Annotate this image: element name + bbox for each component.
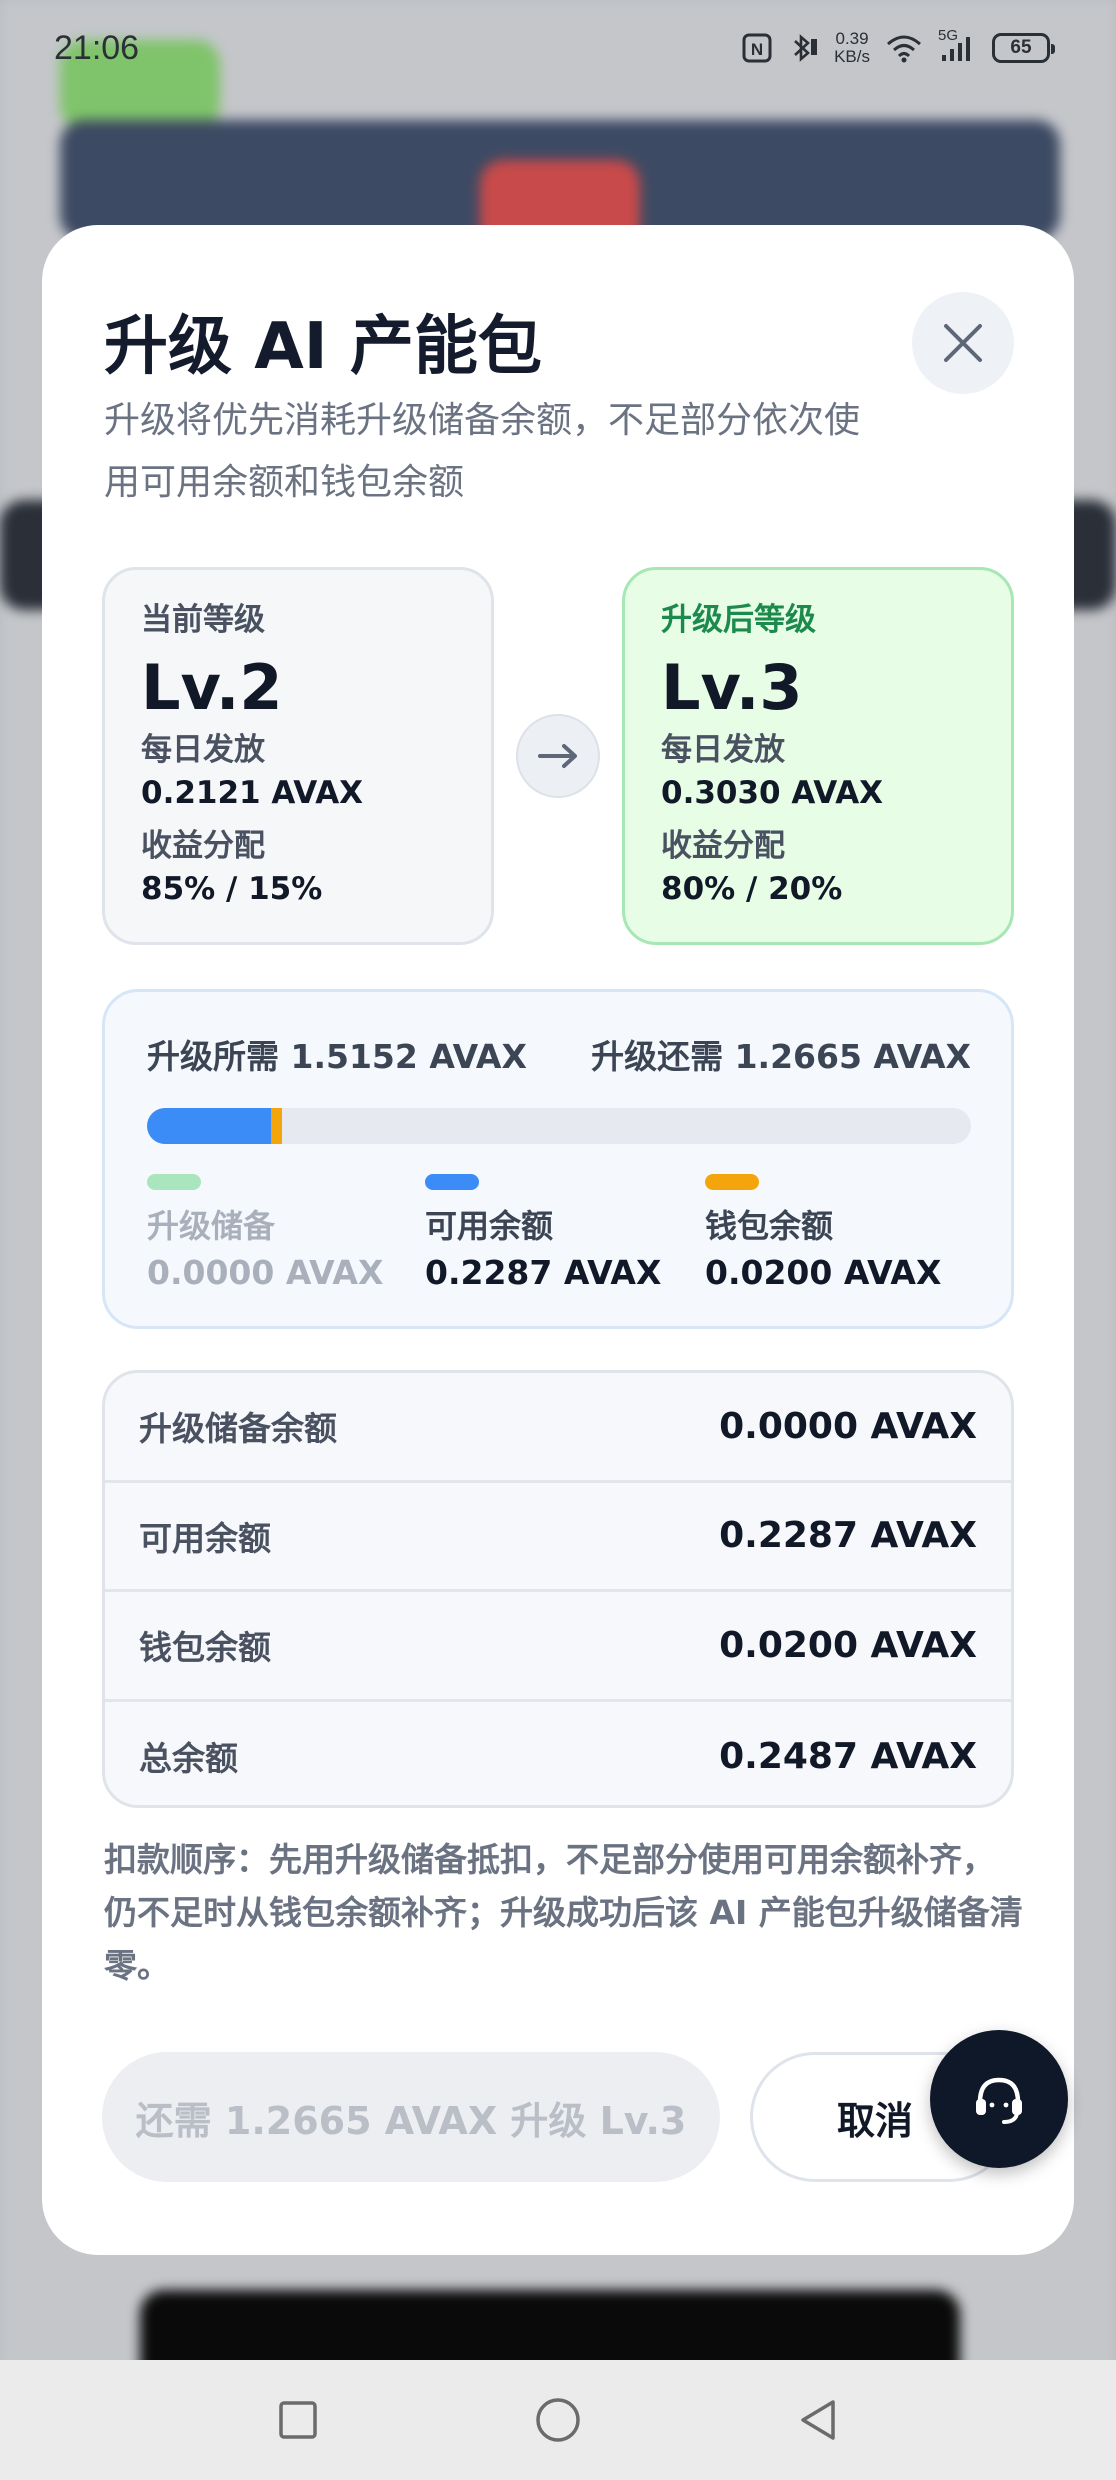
recent-apps-button[interactable] [268,2390,328,2450]
network-label: 5G [938,27,959,44]
wifi-icon [884,32,924,64]
signal-icon: 5G [938,27,978,63]
upgraded-daily-label: 每日发放 [661,732,785,768]
legend-swatch [147,1174,201,1190]
balance-value: 0.0000 AVAX [719,1405,977,1447]
status-icons: N 0.39 KB/s 5G 65 [742,27,1055,66]
balance-value: 0.2487 AVAX [719,1735,977,1777]
legend-value: 0.2287 AVAX [425,1253,662,1292]
legend-wallet-balance: 钱包余额 0.0200 AVAX [705,1174,941,1298]
svg-text:N: N [751,40,763,59]
legend-value: 0.0000 AVAX [147,1253,384,1292]
upgraded-daily-value: 0.3030 AVAX [661,775,884,811]
arrow-right-icon [516,714,600,798]
back-button[interactable] [788,2390,848,2450]
back-icon [801,2400,835,2440]
legend-value: 0.0200 AVAX [705,1253,942,1292]
balance-row-wallet: 钱包余额 0.0200 AVAX [105,1592,1011,1702]
net-speed-value: 0.39 [835,29,869,48]
nfc-icon: N [742,33,772,63]
recent-apps-icon [279,2401,317,2439]
upgrade-button[interactable]: 还需 1.2665 AVAX 升级 Lv.3 [102,2052,720,2182]
modal-subtitle: 升级将优先消耗升级储备余额，不足部分依次使用可用余额和钱包余额 [104,400,861,503]
upgraded-split-label: 收益分配 [661,828,785,864]
balance-label: 总余额 [139,1739,238,1779]
bluetooth-icon [786,31,820,65]
progress-segment-1 [147,1108,272,1144]
current-daily-value: 0.2121 AVAX [141,775,364,811]
home-icon [536,2398,580,2442]
net-speed-unit: KB/s [834,47,870,66]
close-button[interactable] [912,292,1014,394]
upgrade-modal: 升级 AI 产能包 升级将优先消耗升级储备余额，不足部分依次使用可用余额和钱包余… [42,225,1074,2255]
balance-value: 0.2287 AVAX [719,1515,977,1557]
net-speed: 0.39 KB/s [834,30,870,66]
deduction-order-note: 扣款顺序：先用升级储备抵扣，不足部分使用可用余额补齐，仍不足时从钱包余额补齐；升… [104,1840,1023,1985]
current-level-value: Lv.2 [141,651,283,724]
current-split-value: 85% / 15% [141,871,323,907]
current-daily-label: 每日发放 [141,732,265,768]
upgraded-level-label: 升级后等级 [661,602,816,638]
upgraded-split-value: 80% / 20% [661,871,843,907]
balance-label: 可用余额 [139,1518,271,1558]
current-level-label: 当前等级 [141,602,265,638]
support-button[interactable] [930,2030,1068,2168]
status-time: 21:06 [54,28,140,67]
current-level-card: 当前等级 Lv.2 每日发放 0.2121 AVAX 收益分配 85% / 15… [102,567,494,945]
legend-label: 钱包余额 [705,1207,834,1245]
balance-row-upgrade-reserve: 升级储备余额 0.0000 AVAX [105,1373,1011,1483]
legend-label: 升级储备 [147,1207,276,1245]
legend-label: 可用余额 [425,1207,554,1245]
legend-upgrade-reserve: 升级储备 0.0000 AVAX [147,1174,383,1298]
remaining-amount: 升级还需 1.2665 AVAX [591,1037,971,1076]
headset-icon [976,2077,1022,2124]
status-bar: 21:06 N 0.39 KB/s 5G 65 [0,0,1116,96]
upgraded-level-value: Lv.3 [661,651,803,724]
balance-row-available: 可用余额 0.2287 AVAX [105,1483,1011,1592]
upgrade-progress-panel: 升级所需 1.5152 AVAX 升级还需 1.2665 AVAX 升级储备 0… [102,989,1014,1329]
battery-icon: 65 [992,33,1055,63]
upgraded-level-card: 升级后等级 Lv.3 每日发放 0.3030 AVAX 收益分配 80% / 2… [622,567,1014,945]
current-split-label: 收益分配 [141,828,265,864]
legend-swatch [425,1174,479,1190]
balance-row-total: 总余额 0.2487 AVAX [105,1702,1011,1806]
progress-bar [147,1108,971,1144]
legend-available-balance: 可用余额 0.2287 AVAX [425,1174,661,1298]
navigation-bar [0,2360,1116,2480]
modal-title: 升级 AI 产能包 [104,310,542,384]
progress-segment-2 [271,1108,283,1144]
close-icon [944,324,982,362]
required-amount: 升级所需 1.5152 AVAX [147,1037,527,1076]
balance-value: 0.0200 AVAX [719,1624,977,1666]
balance-label: 升级储备余额 [139,1409,337,1449]
balance-label: 钱包余额 [139,1628,271,1668]
home-button[interactable] [528,2390,588,2450]
legend-swatch [705,1174,759,1190]
balance-table: 升级储备余额 0.0000 AVAX 可用余额 0.2287 AVAX 钱包余额… [102,1370,1014,1808]
